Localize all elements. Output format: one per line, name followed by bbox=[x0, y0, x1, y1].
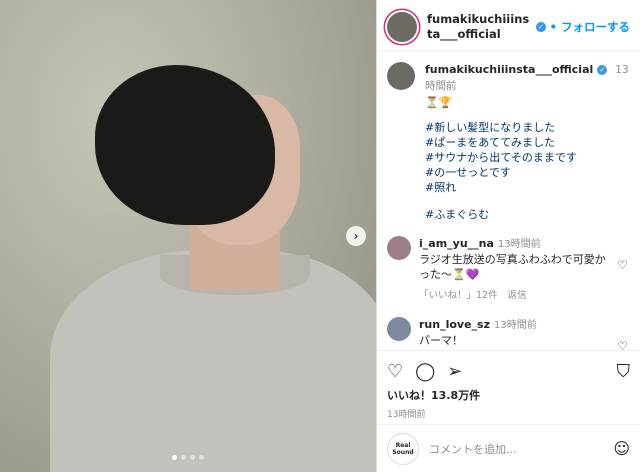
comment-bubble-icon[interactable]: ◯ bbox=[415, 361, 435, 382]
commenter-username[interactable]: run_love_sz bbox=[419, 318, 490, 331]
comment-body: i_am_yu__na 13時間前 ラジオ生放送の写真ふわふわで可愛かった〜⏳💜 … bbox=[419, 236, 609, 303]
post-header: fumakikuchiiinsta___official ✓ • フォローする bbox=[377, 0, 640, 52]
add-comment-bar: Real Sound コメントを追加... ☺ bbox=[377, 424, 640, 472]
caption: fumakikuchiiinsta___official ✓ 13時間前 ⏳🏆 #新… bbox=[387, 62, 630, 222]
hashtag[interactable]: #ふまぐらむ bbox=[425, 207, 630, 222]
comment-text: ラジオ生放送の写真ふわふわで可愛かった〜⏳💜 bbox=[419, 253, 606, 281]
follow-label: フォローする bbox=[561, 19, 630, 34]
caption-body: fumakikuchiiinsta___official ✓ 13時間前 ⏳🏆 #新… bbox=[425, 62, 630, 222]
real-sound-text-1: Real bbox=[395, 441, 411, 449]
post-timestamp[interactable]: 13時間前 bbox=[387, 407, 630, 420]
commenter-username[interactable]: i_am_yu__na bbox=[419, 237, 494, 250]
post-frame: › fumakikuchiiinsta___official ✓ • フォローす… bbox=[0, 0, 640, 472]
carousel-dots bbox=[0, 455, 376, 460]
carousel-dot bbox=[199, 455, 204, 460]
commenter-avatar[interactable] bbox=[387, 317, 411, 341]
post-actions: ♡ ◯ ➢ ⛉ いいね！13.8万件 13時間前 bbox=[377, 350, 640, 424]
comment-meta: 「いいね！」12件 返信 bbox=[419, 288, 609, 303]
comment-time[interactable]: 13時間前 bbox=[494, 320, 537, 331]
real-sound-text-2: Sound bbox=[392, 448, 414, 456]
hashtag[interactable]: #照れ bbox=[425, 180, 630, 195]
hashtag[interactable]: #新しい髪型になりました bbox=[425, 120, 630, 135]
heart-outline-icon[interactable]: ♡ bbox=[617, 339, 628, 350]
verified-badge-icon: ✓ bbox=[536, 21, 546, 32]
comment-body: run_love_sz 13時間前 パーマ！ bbox=[419, 317, 609, 348]
carousel-next-button[interactable]: › bbox=[346, 226, 366, 246]
reply-button[interactable]: 返信 bbox=[508, 290, 527, 301]
comments-scroll[interactable]: fumakikuchiiinsta___official ✓ 13時間前 ⏳🏆 #新… bbox=[377, 52, 640, 350]
real-sound-avatar: Real Sound bbox=[387, 432, 419, 465]
separator-dot: • bbox=[549, 19, 557, 34]
hashtag[interactable]: #の一せっとです bbox=[425, 165, 630, 180]
hashtag[interactable]: #ぱーまをあててみました bbox=[425, 135, 630, 150]
carousel-dot-active bbox=[172, 455, 177, 460]
comment-text: パーマ！ bbox=[419, 334, 463, 347]
share-paper-plane-icon[interactable]: ➢ bbox=[447, 361, 462, 382]
post-side-panel: fumakikuchiiinsta___official ✓ • フォローする … bbox=[376, 0, 640, 472]
author-username[interactable]: fumakikuchiiinsta___official bbox=[427, 12, 532, 42]
caption-gap bbox=[425, 195, 630, 207]
likes-count[interactable]: いいね！13.8万件 bbox=[387, 387, 630, 403]
hashtag[interactable]: #サウナから出てそのままです bbox=[425, 150, 630, 165]
caption-author[interactable]: fumakikuchiiinsta___official bbox=[425, 63, 593, 76]
author-avatar[interactable] bbox=[387, 11, 417, 42]
caption-emoji: ⏳🏆 bbox=[425, 96, 453, 109]
comment-time[interactable]: 13時間前 bbox=[498, 239, 541, 250]
like-heart-icon[interactable]: ♡ bbox=[387, 361, 403, 382]
carousel-dot bbox=[181, 455, 186, 460]
commenter-avatar[interactable] bbox=[387, 236, 411, 260]
bookmark-icon[interactable]: ⛉ bbox=[617, 361, 631, 382]
post-photo[interactable]: › bbox=[0, 0, 376, 472]
add-comment-input[interactable]: コメントを追加... bbox=[429, 441, 517, 457]
heart-outline-icon[interactable]: ♡ bbox=[617, 258, 628, 272]
chevron-right-icon: › bbox=[353, 229, 359, 243]
verified-badge-icon: ✓ bbox=[597, 65, 608, 75]
follow-button[interactable]: • フォローする bbox=[550, 19, 630, 35]
action-icons: ♡ ◯ ➢ ⛉ bbox=[387, 359, 630, 383]
comment-item: run_love_sz 13時間前 パーマ！ ♡ bbox=[387, 317, 630, 350]
emoji-picker-icon[interactable]: ☺ bbox=[613, 439, 630, 458]
caption-author-avatar[interactable] bbox=[387, 62, 415, 90]
carousel-dot bbox=[190, 455, 195, 460]
comment-item: i_am_yu__na 13時間前 ラジオ生放送の写真ふわふわで可愛かった〜⏳💜 … bbox=[387, 236, 630, 303]
comment-likes[interactable]: 「いいね！」12件 bbox=[419, 290, 498, 301]
